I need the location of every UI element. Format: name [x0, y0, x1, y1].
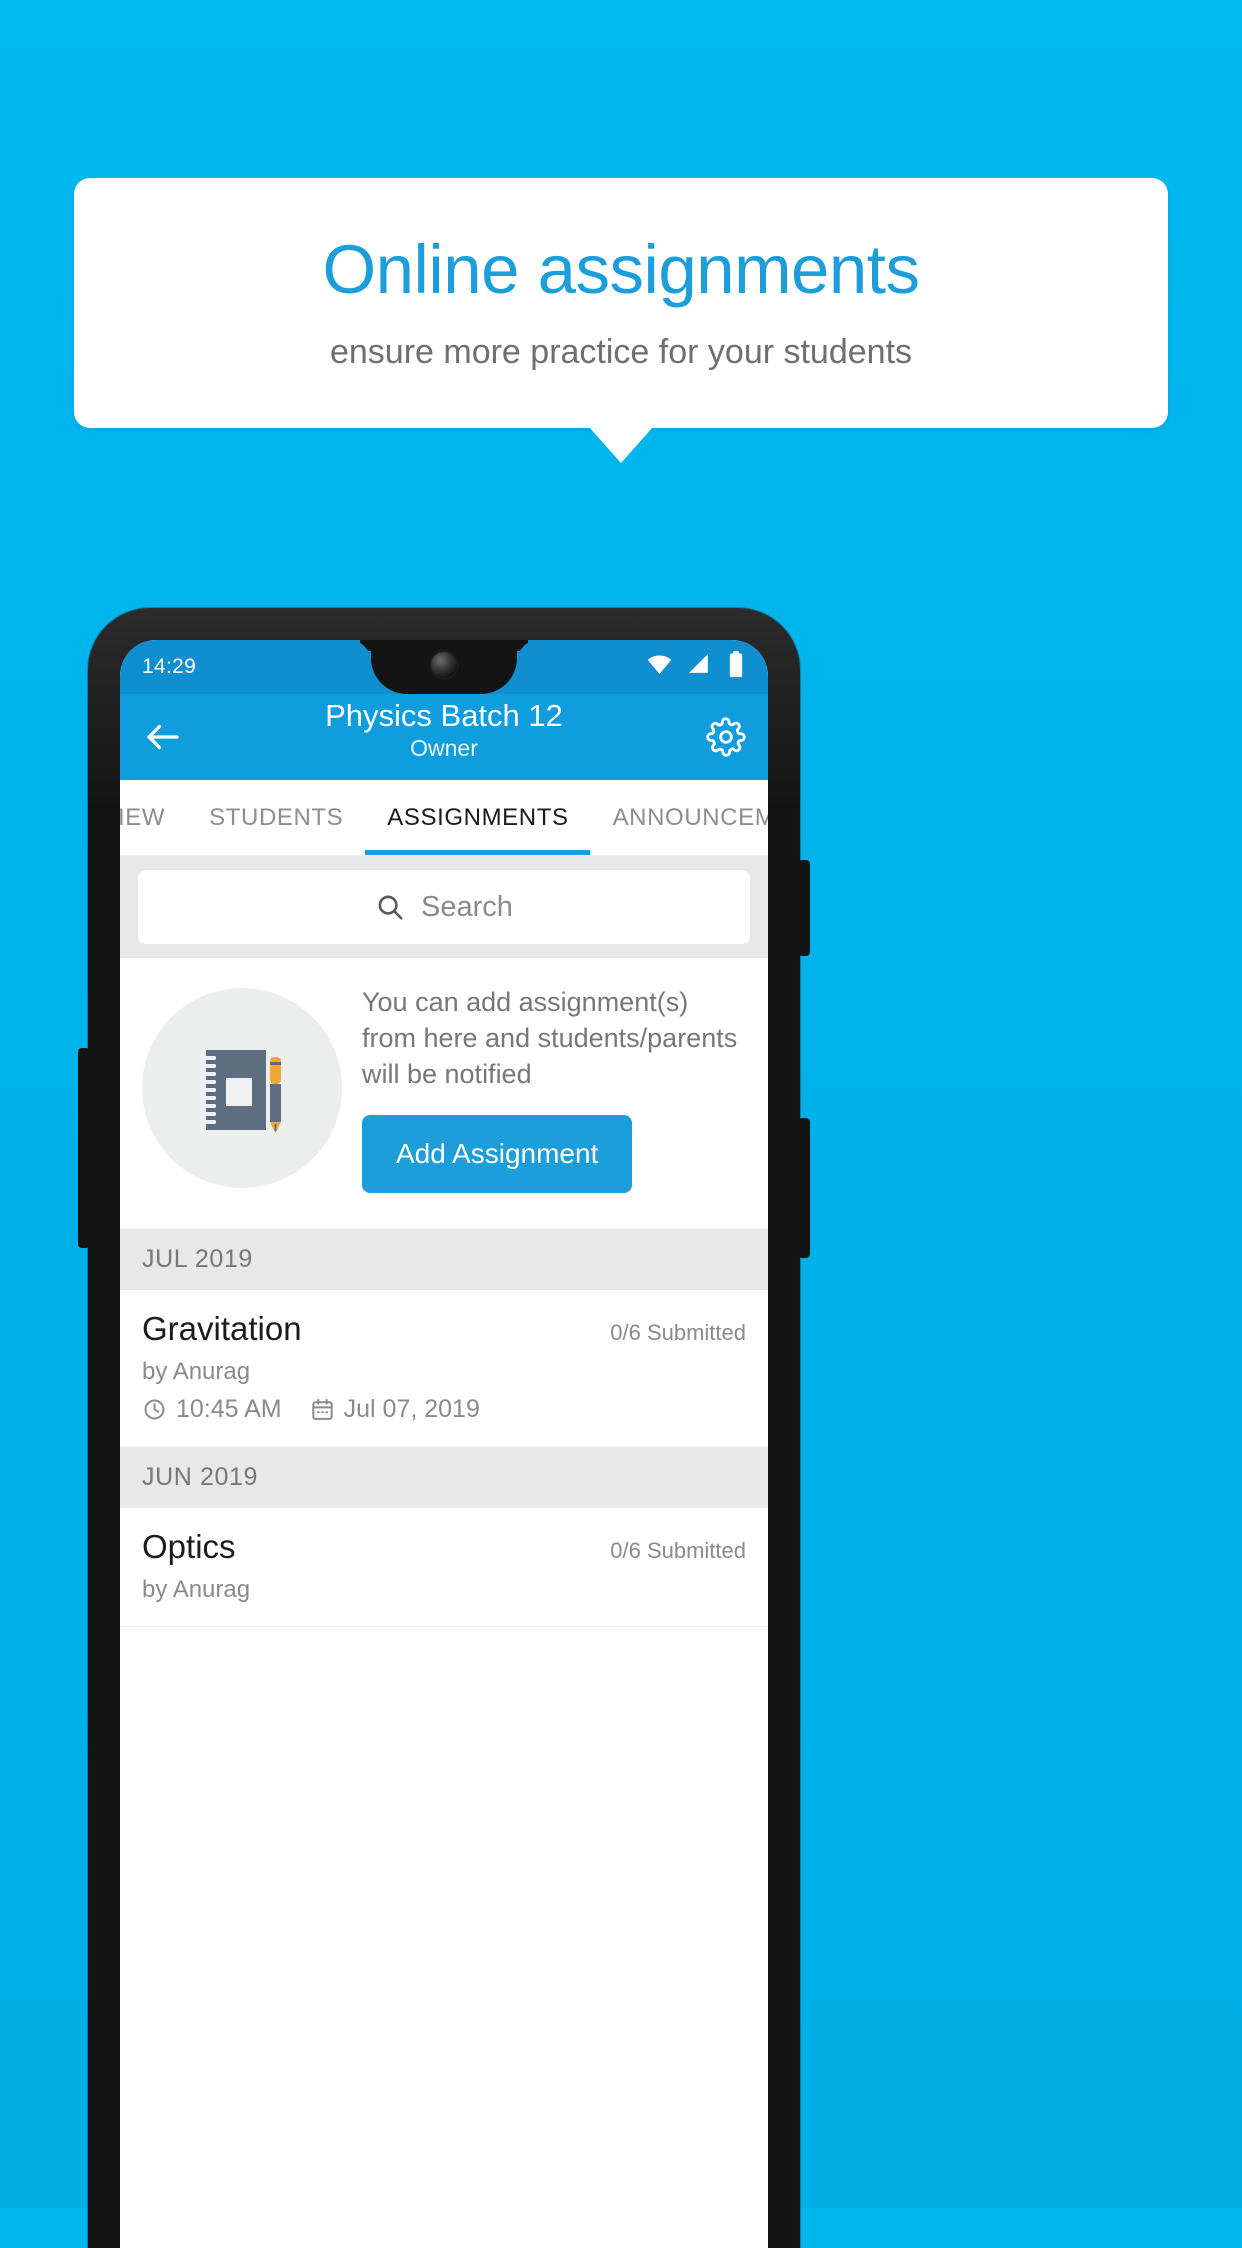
- status-icons: [646, 650, 746, 684]
- promo-bubble-tail: [589, 427, 653, 463]
- tab-announcements[interactable]: ANNOUNCEMENTS: [591, 780, 768, 855]
- add-assignment-button[interactable]: Add Assignment: [362, 1114, 633, 1193]
- phone-volume-up-button[interactable]: [798, 860, 810, 956]
- battery-icon: [726, 650, 746, 684]
- gear-icon[interactable]: [706, 717, 746, 757]
- tab-students[interactable]: STUDENTS: [187, 780, 365, 855]
- phone-power-button[interactable]: [78, 1048, 90, 1248]
- promo-callout-bubble: Online assignments ensure more practice …: [74, 178, 1168, 428]
- assignment-date: Jul 07, 2019: [343, 1394, 480, 1423]
- assignment-row-top: Gravitation 0/6 Submitted: [142, 1310, 746, 1348]
- app-bar: Physics Batch 12 Owner: [120, 694, 768, 780]
- page-subtitle: Owner: [410, 734, 478, 761]
- calendar-icon: [310, 1397, 335, 1422]
- month-header-jul: JUL 2019: [120, 1228, 768, 1290]
- assignment-submitted-count: 0/6 Submitted: [610, 1537, 746, 1563]
- assignment-submitted-count: 0/6 Submitted: [610, 1319, 746, 1345]
- search-bar-container: Search: [120, 856, 768, 958]
- assignment-row[interactable]: Optics 0/6 Submitted by Anurag: [120, 1507, 768, 1627]
- empty-state-text: You can add assignment(s) from here and …: [362, 987, 738, 1090]
- cellular-signal-icon: [687, 652, 712, 683]
- search-icon: [375, 892, 405, 922]
- phone-volume-down-button[interactable]: [798, 1118, 810, 1258]
- assignment-author: by Anurag: [142, 1575, 251, 1603]
- wifi-icon: [646, 651, 673, 684]
- assignment-title: Optics: [142, 1527, 236, 1565]
- front-camera-icon: [431, 652, 457, 678]
- empty-state-card: You can add assignment(s) from here and …: [120, 958, 768, 1229]
- tab-bar[interactable]: IEW STUDENTS ASSIGNMENTS ANNOUNCEMENTS: [120, 780, 768, 856]
- page-title: Physics Batch 12: [325, 698, 563, 733]
- tab-assignments[interactable]: ASSIGNMENTS: [365, 780, 590, 855]
- assignment-row-top: Optics 0/6 Submitted: [142, 1528, 746, 1566]
- search-placeholder: Search: [421, 890, 513, 923]
- app-bar-titles: Physics Batch 12 Owner: [120, 698, 768, 762]
- assignment-title: Gravitation: [142, 1309, 302, 1347]
- phone-mockup: 14:29 Physics Batch 12 Owner IEW STUDENT…: [78, 608, 810, 2248]
- phone-notch: [371, 640, 517, 694]
- notebook-and-pen-icon: [142, 988, 342, 1189]
- assignment-time: 10:45 AM: [176, 1394, 282, 1423]
- assignment-row[interactable]: Gravitation 0/6 Submitted by Anurag 10:4…: [120, 1289, 768, 1447]
- back-arrow-icon[interactable]: [142, 716, 184, 758]
- clock-icon: [142, 1397, 167, 1422]
- month-header-jun: JUN 2019: [120, 1446, 768, 1508]
- phone-screen: 14:29 Physics Batch 12 Owner IEW STUDENT…: [120, 640, 768, 2248]
- status-time: 14:29: [142, 655, 197, 678]
- tab-active-indicator: [365, 850, 590, 855]
- promo-title: Online assignments: [322, 231, 920, 309]
- empty-state-content: You can add assignment(s) from here and …: [362, 984, 746, 1193]
- assignment-meta: 10:45 AM Jul 07, 2019: [142, 1395, 746, 1424]
- assignment-author: by Anurag: [142, 1357, 251, 1385]
- search-input[interactable]: Search: [138, 870, 750, 944]
- tab-overview[interactable]: IEW: [120, 780, 187, 855]
- promo-subtitle: ensure more practice for your students: [329, 332, 913, 371]
